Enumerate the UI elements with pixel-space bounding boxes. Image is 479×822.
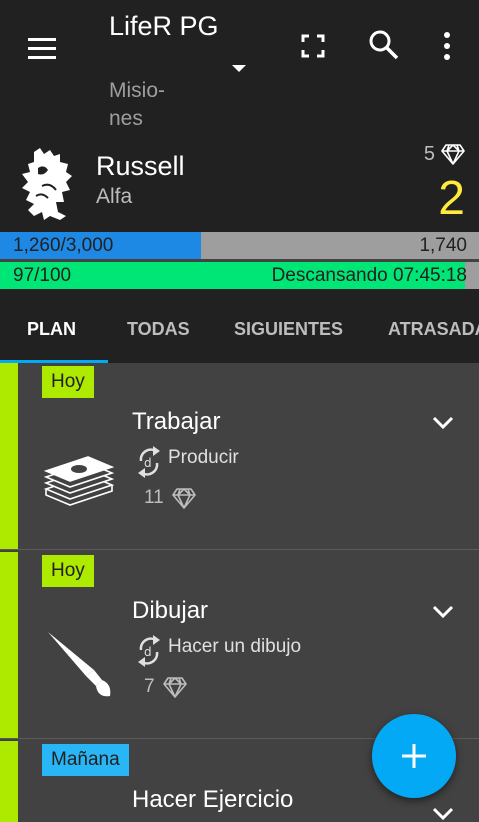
svg-text:d: d (144, 645, 152, 659)
player-header: Russell Alfa 5 2 (0, 140, 479, 232)
mission-due-badge: Hoy (42, 366, 94, 398)
mission-stripe (0, 363, 18, 549)
mission-reward-value: 7 (144, 676, 155, 697)
lion-rampant-avatar[interactable] (14, 146, 82, 222)
search-icon[interactable] (367, 28, 401, 62)
plus-icon (402, 744, 426, 768)
diamond-icon (162, 677, 187, 698)
mission-title: Hacer Ejercicio (132, 786, 294, 813)
mission-reward-value: 11 (144, 487, 164, 508)
tab-bar: PLAN TODAS SIGUIENTES ATRASADAS (0, 289, 479, 363)
xp-total: /3,000 (60, 235, 114, 256)
rest-status: Descansando 07:45:18 (271, 265, 467, 286)
mission-stripe (0, 741, 18, 822)
xp-remaining: 1,740 (419, 235, 467, 256)
more-vert-icon[interactable] (434, 28, 460, 64)
player-level: 2 (438, 172, 465, 225)
xp-current: 1,260 (13, 235, 61, 256)
player-name: Russell (96, 151, 185, 181)
menu-icon[interactable] (24, 30, 60, 66)
mission-repeat-label: Hacer un dibujo (168, 636, 302, 657)
gem-count: 5 (424, 140, 465, 168)
repeat-daily-icon: d (138, 446, 160, 478)
app-title[interactable]: LifeR PG (109, 10, 229, 42)
health-progress-bar: 97/100 Descansando 07:45:18 (0, 262, 479, 289)
mission-reward: 11 (144, 487, 196, 509)
xp-progress-label: 1,260/3,000 (13, 232, 113, 259)
app-bar: LifeR PG Misio- nes (0, 0, 479, 140)
chevron-down-icon[interactable] (430, 413, 456, 433)
gem-count-value: 5 (423, 142, 435, 165)
tab-plan[interactable]: PLAN (27, 289, 76, 363)
mission-due-badge: Hoy (42, 555, 94, 587)
mission-title: Dibujar (132, 597, 209, 624)
mission-card[interactable]: Hoy Trabajar d Producir 11 (0, 363, 479, 550)
chevron-down-icon[interactable] (430, 804, 456, 822)
tab-todas[interactable]: TODAS (127, 289, 190, 363)
tab-atrasadas[interactable]: ATRASADAS (388, 289, 479, 363)
app-subtitle[interactable]: Misio- nes (109, 77, 189, 133)
repeat-daily-icon: d (138, 635, 160, 667)
mission-title: Trabajar (132, 408, 221, 435)
paintbrush-icon (48, 632, 111, 697)
add-mission-button[interactable] (372, 714, 456, 798)
mission-repeat-label: Producir (168, 447, 239, 468)
xp-progress-bar: 1,260/3,000 1,740 (0, 232, 479, 259)
svg-text:d: d (144, 456, 152, 470)
dropdown-icon[interactable] (224, 58, 254, 80)
diamond-icon (441, 144, 465, 165)
mission-due-badge: Mañana (42, 744, 129, 776)
fullscreen-icon[interactable] (298, 31, 328, 61)
diamond-icon (171, 488, 196, 509)
health-label: 97/100 (13, 265, 72, 286)
tab-siguientes[interactable]: SIGUIENTES (234, 289, 343, 363)
chevron-down-icon[interactable] (430, 602, 456, 622)
mission-stripe (0, 552, 18, 738)
mission-reward: 7 (144, 676, 187, 698)
player-rank: Alfa (96, 185, 133, 208)
money-stack-icon (43, 456, 115, 506)
mission-card[interactable]: Hoy Dibujar d Hacer un dibujo 7 (0, 552, 479, 739)
